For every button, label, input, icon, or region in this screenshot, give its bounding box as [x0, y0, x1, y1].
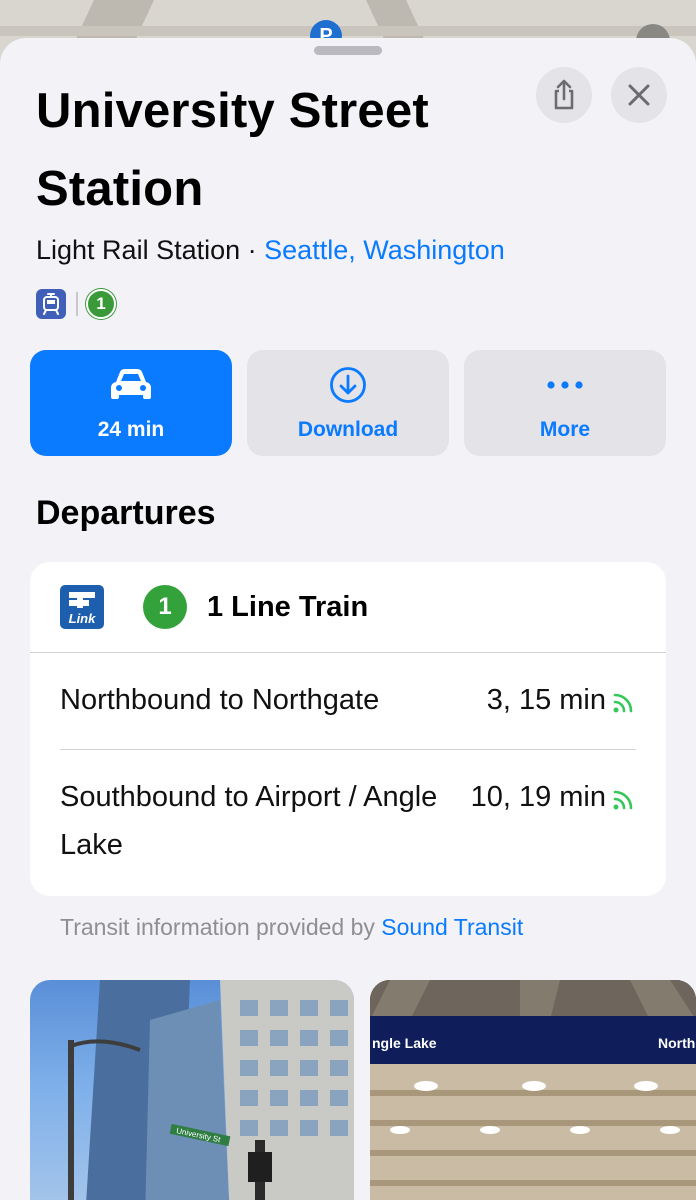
link-logo-text: Link — [68, 611, 96, 626]
link-light-rail-logo: Link — [60, 585, 104, 629]
platform-sign-text: ngle Lake — [372, 1035, 437, 1051]
more-label: More — [539, 418, 591, 441]
departure-destination: Northbound to Northgate — [60, 684, 380, 716]
car-icon — [111, 369, 151, 399]
realtime-icon — [613, 790, 633, 810]
departures-heading: Departures — [36, 494, 216, 532]
place-card-sheet: University Street Station Light Rail Sta… — [0, 38, 696, 1200]
departure-row[interactable]: Northbound to Northgate 3, 15 min — [60, 654, 636, 750]
badge-divider — [76, 292, 78, 316]
line-1-badge: 1 — [86, 289, 116, 319]
close-button[interactable] — [611, 67, 667, 123]
line-name: 1 Line Train — [207, 590, 369, 623]
share-icon — [554, 79, 574, 110]
photo-skyscrapers: University St — [68, 980, 354, 1200]
sheet-grabber[interactable] — [314, 46, 382, 55]
directions-label: 24 min — [97, 418, 165, 441]
departures-card: Link 1 1 Line Train Northbound to Northg… — [30, 562, 666, 896]
station-photo[interactable]: ngle Lake North — [370, 980, 696, 1200]
credit-prefix: Transit information provided by — [60, 914, 375, 940]
line-1-badge: 1 — [143, 585, 187, 629]
departure-times: 10, 19 min — [470, 781, 606, 813]
download-label: Download — [297, 418, 399, 441]
download-button[interactable]: Download — [247, 350, 449, 456]
share-button[interactable] — [536, 67, 592, 123]
transit-line-header[interactable]: Link 1 1 Line Train — [30, 562, 666, 653]
departure-row[interactable]: Southbound to Airport / Angle Lake 10, 1… — [60, 751, 636, 896]
departure-destination: Southbound to Airport / Angle Lake — [60, 781, 438, 861]
subtitle-separator: · — [247, 235, 257, 265]
photo-platform: ngle Lake North — [370, 980, 696, 1200]
more-button[interactable]: More — [464, 350, 666, 456]
place-category: Light Rail Station — [36, 235, 241, 265]
light-rail-icon — [36, 289, 66, 319]
platform-sign-text: North — [658, 1035, 695, 1051]
place-subtitle: Light Rail Station · Seattle, Washington — [36, 232, 505, 268]
place-title: University Street Station — [36, 84, 429, 216]
realtime-icon — [613, 693, 633, 713]
transit-credit: Transit information provided by Sound Tr… — [60, 914, 523, 941]
directions-button[interactable]: 24 min — [30, 350, 232, 456]
place-location-link[interactable]: Seattle, Washington — [264, 235, 505, 265]
download-icon — [330, 367, 366, 403]
sound-transit-link[interactable]: Sound Transit — [381, 914, 523, 940]
station-photo[interactable]: University St — [30, 980, 354, 1200]
ellipsis-icon — [547, 381, 583, 389]
map-road — [0, 26, 696, 36]
transit-badges: 1 — [36, 288, 116, 320]
close-icon — [628, 84, 650, 106]
departure-times: 3, 15 min — [486, 684, 606, 716]
